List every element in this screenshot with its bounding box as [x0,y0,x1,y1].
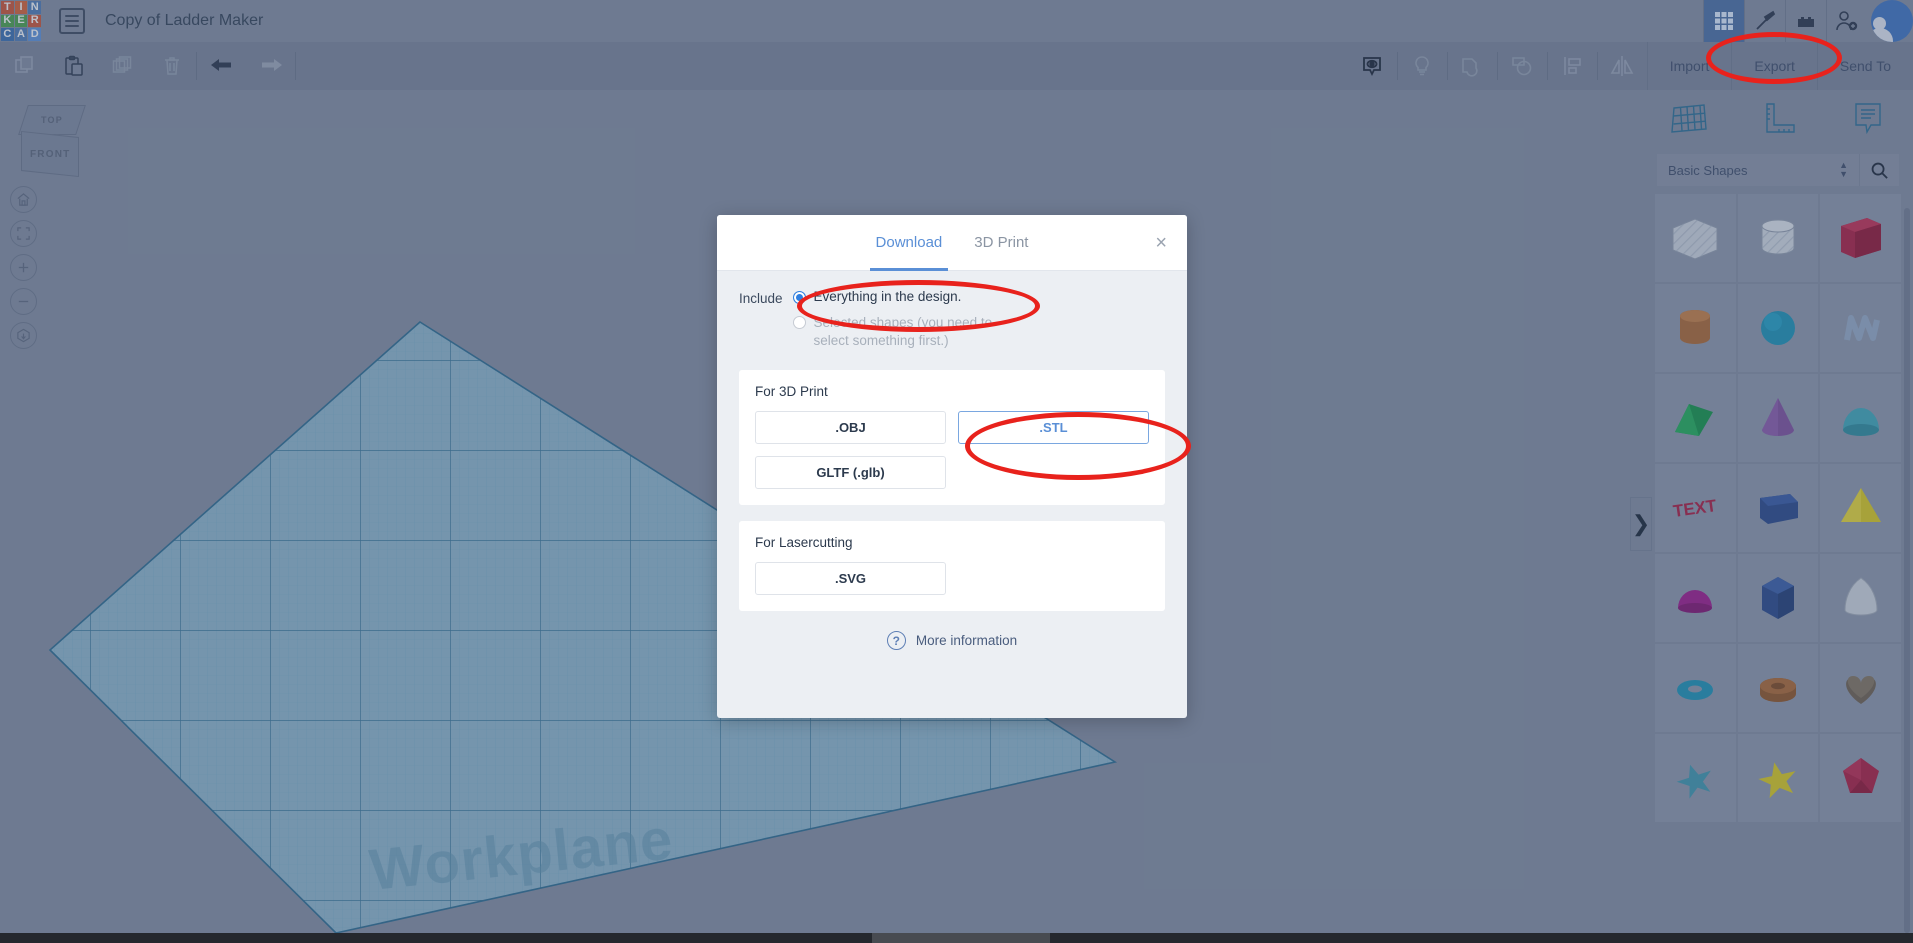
include-options: Everything in the design. Selected shape… [792,289,1029,350]
format-buttons-3d: .OBJ .STL GLTF (.glb) [755,411,1149,490]
export-dialog: Download 3D Print × Include Everything i… [717,215,1187,718]
option-selected-shapes[interactable]: Selected shapes (you need to select some… [792,314,1029,350]
stl-button[interactable]: .STL [958,411,1149,445]
more-information-link[interactable]: ? More information [717,631,1187,651]
radio-everything[interactable] [792,291,806,304]
tab-download[interactable]: Download [869,215,949,271]
format-buttons-laser: .SVG [755,562,1149,596]
more-information-label: More information [915,633,1018,649]
tinkercad-app: T I N K E R C A D Copy of Ladder Maker I… [0,0,1913,943]
option-everything-label: Everything in the design. [813,289,962,304]
include-section: Include Everything in the design. Select… [717,271,1187,350]
obj-button[interactable]: .OBJ [755,411,946,445]
include-label: Include [739,291,783,306]
question-mark-icon: ? [886,631,906,651]
section-3d-print: For 3D Print .OBJ .STL GLTF (.glb) [739,370,1165,506]
section-lasercutting: For Lasercutting .SVG [739,521,1165,612]
dialog-tabs: Download 3D Print × [717,215,1187,271]
option-everything[interactable]: Everything in the design. [792,289,1029,304]
gltf-button[interactable]: GLTF (.glb) [755,456,946,490]
svg-button[interactable]: .SVG [755,562,946,596]
radio-selected-shapes[interactable] [792,316,806,329]
option-selected-shapes-label: Selected shapes (you need to select some… [813,315,993,349]
section-3d-print-title: For 3D Print [755,384,828,400]
tab-3d-print[interactable]: 3D Print [968,215,1034,271]
close-icon[interactable]: × [1155,233,1167,253]
section-lasercutting-title: For Lasercutting [755,535,853,551]
